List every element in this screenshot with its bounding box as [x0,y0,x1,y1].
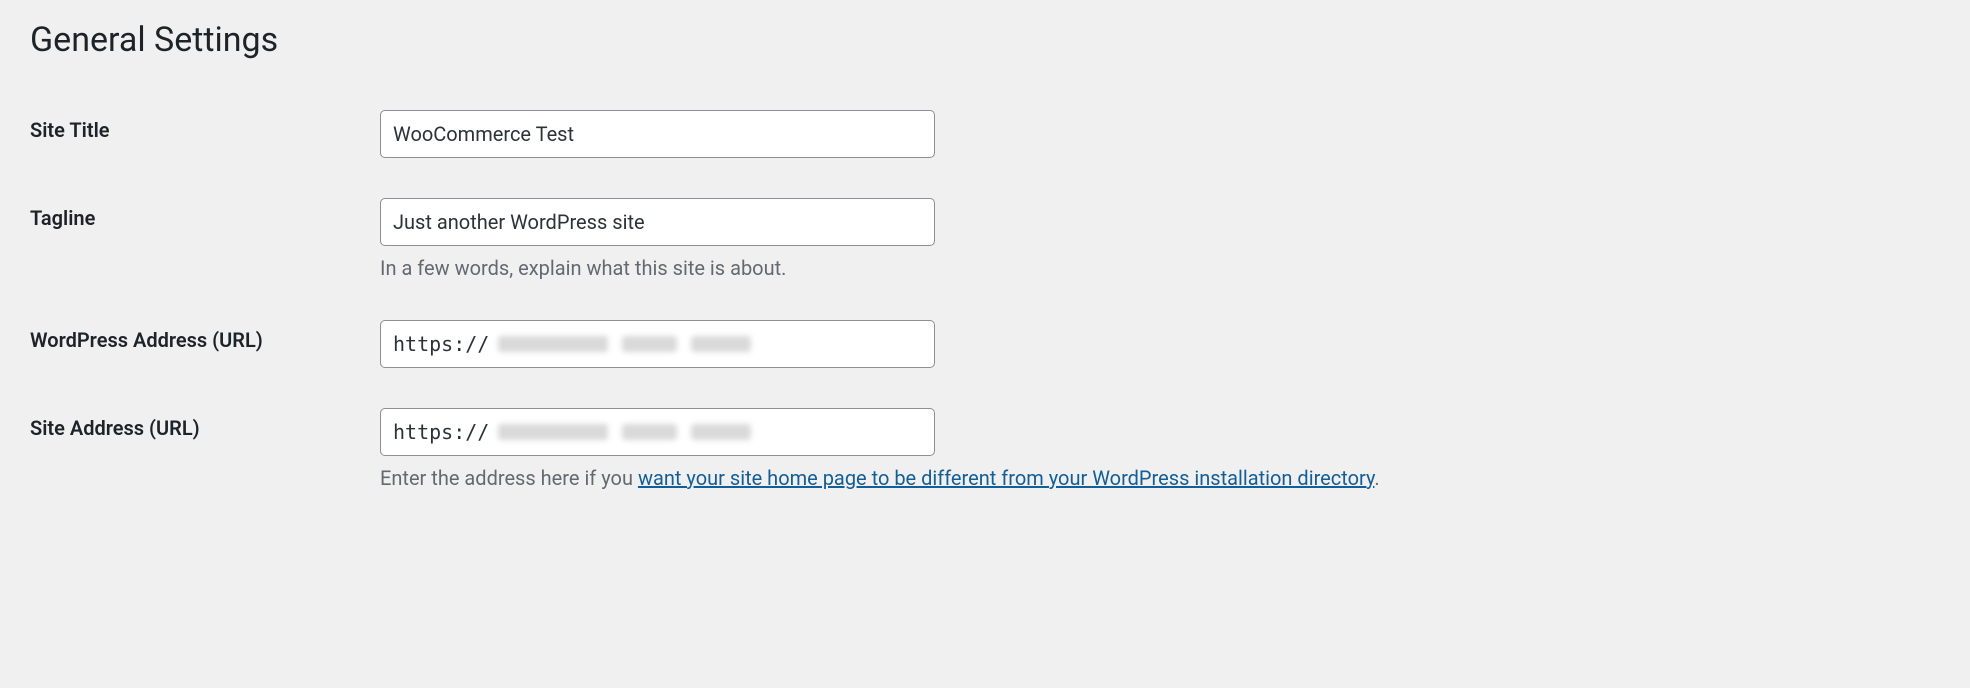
label-wordpress-address: WordPress Address (URL) [30,300,380,388]
tagline-input[interactable] [380,198,935,246]
site-title-input[interactable] [380,110,935,158]
row-site-address: Site Address (URL) Enter the address her… [30,388,1940,510]
site-address-description: Enter the address here if you want your … [380,466,1930,490]
label-site-title: Site Title [30,90,380,178]
description-prefix-text: Enter the address here if you [380,466,638,490]
label-site-address: Site Address (URL) [30,388,380,510]
row-tagline: Tagline In a few words, explain what thi… [30,178,1940,300]
row-wordpress-address: WordPress Address (URL) [30,300,1940,388]
settings-wrap: General Settings Site Title Tagline In a… [0,0,1970,540]
page-title: General Settings [30,20,1940,60]
wordpress-address-input[interactable] [380,320,935,368]
site-address-input[interactable] [380,408,935,456]
description-suffix-text: . [1374,466,1379,490]
row-site-title: Site Title [30,90,1940,178]
settings-form-table: Site Title Tagline In a few words, expla… [30,90,1940,510]
tagline-description: In a few words, explain what this site i… [380,256,1930,280]
label-tagline: Tagline [30,178,380,300]
site-address-help-link[interactable]: want your site home page to be different… [638,466,1374,490]
